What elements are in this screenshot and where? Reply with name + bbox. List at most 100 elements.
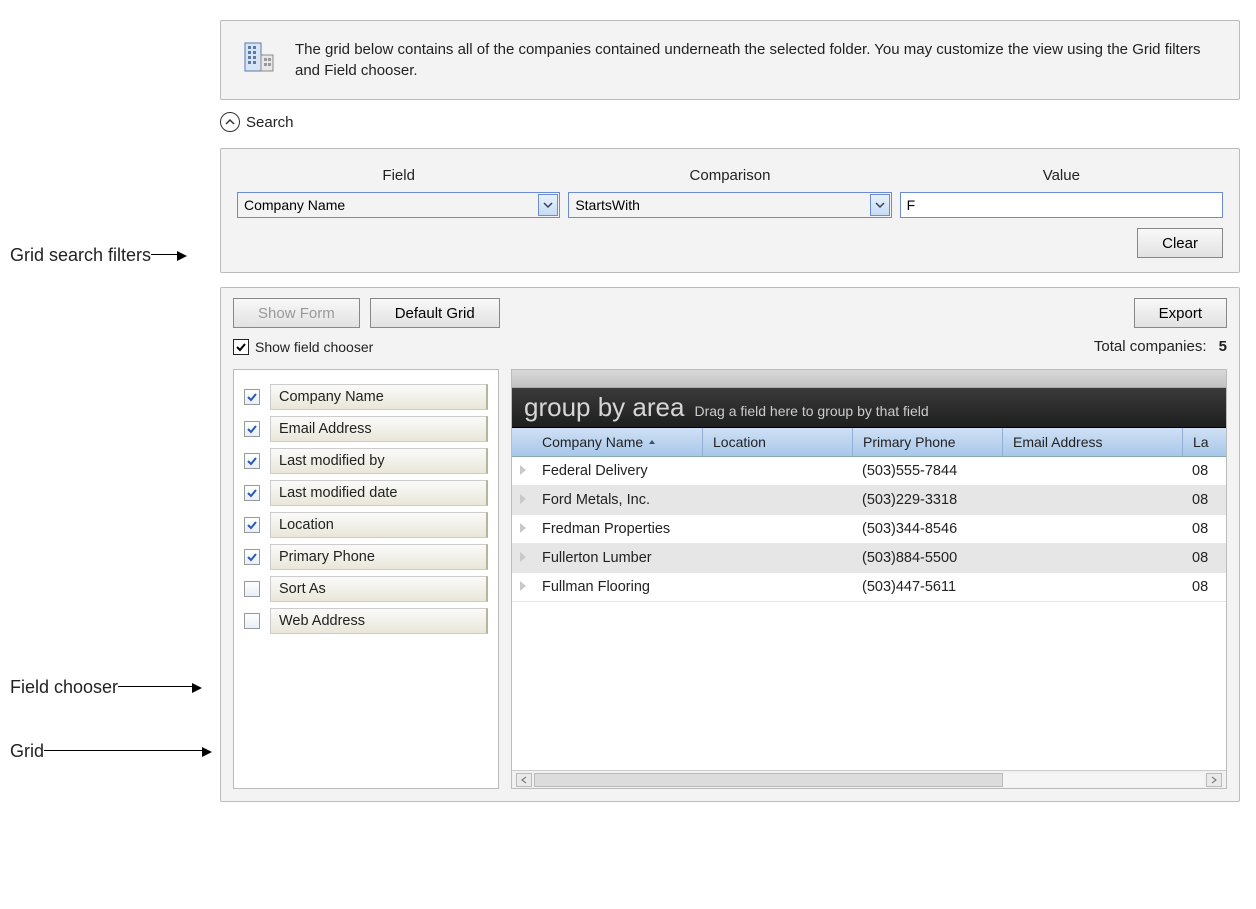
horizontal-scrollbar[interactable]: [512, 770, 1226, 788]
building-icon: [241, 39, 277, 78]
expand-icon[interactable]: [520, 494, 526, 504]
default-grid-button[interactable]: Default Grid: [370, 298, 500, 328]
column-header[interactable]: Primary Phone: [852, 428, 1002, 456]
field-chooser-label[interactable]: Location: [270, 512, 488, 538]
sort-asc-icon: [647, 434, 657, 450]
field-chooser-checkbox[interactable]: [244, 549, 260, 565]
cell-email: [1002, 573, 1182, 601]
search-title: Search: [246, 114, 294, 131]
cell-la: 08: [1182, 573, 1222, 601]
field-chooser-item: Last modified date: [244, 480, 488, 506]
cell-phone: (503)884-5500: [852, 544, 1002, 572]
field-chooser-checkbox[interactable]: [244, 613, 260, 629]
table-row[interactable]: Fredman Properties (503)344-8546 08: [512, 515, 1226, 544]
show-field-chooser-label: Show field chooser: [255, 339, 373, 355]
field-chooser-label[interactable]: Last modified by: [270, 448, 488, 474]
cell-email: [1002, 544, 1182, 572]
group-by-area[interactable]: group by area Drag a field here to group…: [512, 388, 1226, 428]
table-row[interactable]: Ford Metals, Inc.(503)229-331808: [512, 486, 1226, 515]
field-chooser-label[interactable]: Company Name: [270, 384, 488, 410]
total-companies: Total companies: 5: [1094, 338, 1227, 355]
comparison-select-dropdown-icon[interactable]: [870, 194, 890, 216]
column-header[interactable]: Email Address: [1002, 428, 1182, 456]
expand-icon[interactable]: [520, 581, 526, 591]
column-header[interactable]: Location: [702, 428, 852, 456]
expand-icon[interactable]: [520, 523, 526, 533]
cell-location: [702, 457, 852, 485]
show-form-button[interactable]: Show Form: [233, 298, 360, 328]
info-text: The grid below contains all of the compa…: [295, 39, 1219, 81]
field-label: Field: [382, 167, 415, 184]
table-row[interactable]: Fullman Flooring (503)447-5611 08: [512, 573, 1226, 602]
cell-la: 08: [1182, 544, 1222, 572]
cell-company: Fredman Properties: [512, 515, 702, 543]
field-chooser-label[interactable]: Web Address: [270, 608, 488, 634]
export-button[interactable]: Export: [1134, 298, 1227, 328]
expand-icon[interactable]: [520, 552, 526, 562]
scroll-thumb[interactable]: [534, 773, 1003, 787]
cell-email: [1002, 515, 1182, 543]
callout-chooser-label: Field chooser: [10, 677, 118, 698]
column-header[interactable]: La: [1182, 428, 1222, 456]
group-by-title: group by area: [524, 392, 684, 423]
grid-header: Company NameLocationPrimary PhoneEmail A…: [512, 428, 1226, 457]
field-chooser-checkbox[interactable]: [244, 485, 260, 501]
table-row[interactable]: Fullerton Lumber (503)884-5500 08: [512, 544, 1226, 573]
search-panel: Field Comparison: [220, 148, 1240, 273]
field-chooser-checkbox[interactable]: [244, 389, 260, 405]
field-chooser-item: Primary Phone: [244, 544, 488, 570]
table-row[interactable]: Federal Delivery (503)555-7844 08: [512, 457, 1226, 486]
scroll-left-icon[interactable]: [516, 773, 532, 787]
cell-location: [702, 515, 852, 543]
field-chooser-item: Web Address: [244, 608, 488, 634]
field-chooser-label[interactable]: Primary Phone: [270, 544, 488, 570]
field-chooser-item: Company Name: [244, 384, 488, 410]
cell-company: Ford Metals, Inc.: [512, 486, 702, 514]
cell-email: [1002, 457, 1182, 485]
grid-rows: Federal Delivery(503)555-784408Ford Meta…: [512, 457, 1226, 770]
callout-filters-label: Grid search filters: [10, 245, 151, 266]
cell-phone: (503)344-8546: [852, 515, 1002, 543]
callout-grid: Grid: [10, 741, 212, 762]
clear-button[interactable]: Clear: [1137, 228, 1223, 258]
cell-company: Federal Delivery: [512, 457, 702, 485]
cell-phone: (503)447-5611: [852, 573, 1002, 601]
grid-panel: Show Form Default Grid Export Show field…: [220, 287, 1240, 802]
field-chooser-label[interactable]: Sort As: [270, 576, 488, 602]
field-chooser-item: Email Address: [244, 416, 488, 442]
cell-la: 08: [1182, 515, 1222, 543]
field-chooser-checkbox[interactable]: [244, 517, 260, 533]
cell-email: [1002, 486, 1182, 514]
value-label: Value: [1043, 167, 1080, 184]
callout-chooser: Field chooser: [10, 677, 202, 698]
show-field-chooser-checkbox[interactable]: [233, 339, 249, 355]
field-select[interactable]: [237, 192, 560, 218]
comparison-select[interactable]: [568, 192, 891, 218]
callout-grid-label: Grid: [10, 741, 44, 762]
field-chooser-item: Sort As: [244, 576, 488, 602]
cell-company: Fullerton Lumber: [512, 544, 702, 572]
column-header[interactable]: Company Name: [512, 428, 702, 456]
field-select-dropdown-icon[interactable]: [538, 194, 558, 216]
field-chooser-checkbox[interactable]: [244, 421, 260, 437]
field-chooser: Company Name Email Address Last modified b…: [233, 369, 499, 789]
collapse-search-button[interactable]: [220, 112, 240, 132]
grid-top-band: [512, 370, 1226, 388]
value-input[interactable]: [900, 192, 1223, 218]
expand-icon[interactable]: [520, 465, 526, 475]
field-chooser-label[interactable]: Email Address: [270, 416, 488, 442]
cell-location: [702, 573, 852, 601]
scroll-right-icon[interactable]: [1206, 773, 1222, 787]
data-grid: group by area Drag a field here to group…: [511, 369, 1227, 789]
field-chooser-checkbox[interactable]: [244, 453, 260, 469]
field-chooser-label[interactable]: Last modified date: [270, 480, 488, 506]
cell-la: 08: [1182, 457, 1222, 485]
cell-la: 08: [1182, 486, 1222, 514]
scroll-track[interactable]: [534, 773, 1204, 787]
total-companies-value: 5: [1219, 338, 1227, 355]
field-chooser-checkbox[interactable]: [244, 581, 260, 597]
cell-company: Fullman Flooring: [512, 573, 702, 601]
callout-filters: Grid search filters: [10, 245, 187, 266]
cell-phone: (503)555-7844: [852, 457, 1002, 485]
info-panel: The grid below contains all of the compa…: [220, 20, 1240, 100]
